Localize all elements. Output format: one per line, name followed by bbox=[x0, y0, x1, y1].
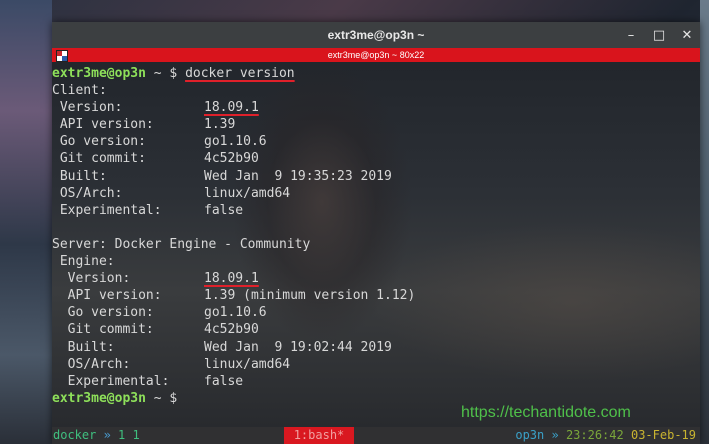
client-value: 1.39 bbox=[204, 117, 236, 133]
client-key: Built: bbox=[52, 168, 107, 184]
client-key: API version: bbox=[52, 117, 154, 133]
maximize-icon[interactable]: □ bbox=[652, 28, 666, 43]
server-key: API version: bbox=[52, 288, 162, 304]
status-host: op3n bbox=[515, 428, 545, 442]
server-row: OS/Arch: linux/amd64 bbox=[52, 356, 700, 373]
client-value: go1.10.6 bbox=[204, 134, 267, 150]
client-row: Experimental: false bbox=[52, 202, 700, 219]
server-row: Built: Wed Jan 9 19:02:44 2019 bbox=[52, 339, 700, 356]
client-value: 4c52b90 bbox=[204, 151, 259, 167]
server-value: 18.09.1 bbox=[204, 271, 259, 287]
client-row: Go version: go1.10.6 bbox=[52, 133, 700, 150]
server-key: OS/Arch: bbox=[52, 356, 131, 372]
status-sep: » bbox=[544, 428, 566, 442]
terminal-output[interactable]: extr3me@op3n ~ $ docker version Client: … bbox=[52, 62, 700, 444]
tmux-status-bar: docker » 1 1 1:bash* op3n » 23:26:42 03-… bbox=[52, 427, 700, 444]
server-value: go1.10.6 bbox=[204, 305, 267, 321]
prompt-user-host: extr3me@op3n bbox=[52, 390, 146, 406]
client-row: API version: 1.39 bbox=[52, 116, 700, 133]
server-header: Server: Docker Engine - Community bbox=[52, 236, 311, 252]
server-value: false bbox=[204, 373, 244, 389]
server-row: Go version: go1.10.6 bbox=[52, 304, 700, 321]
window-controls: – □ ✕ bbox=[624, 22, 694, 48]
server-value: Wed Jan 9 19:02:44 2019 bbox=[204, 339, 392, 355]
server-key: Version: bbox=[52, 271, 131, 287]
desktop-wallpaper-left bbox=[0, 0, 52, 444]
status-right: op3n » 23:26:42 03-Feb-19 bbox=[515, 427, 696, 444]
server-value: 1.39 (minimum version 1.12) bbox=[204, 288, 416, 304]
prompt-user-host: extr3me@op3n bbox=[52, 66, 146, 81]
close-icon[interactable]: ✕ bbox=[680, 28, 694, 43]
client-key: Git commit: bbox=[52, 151, 146, 167]
client-row: Built: Wed Jan 9 19:35:23 2019 bbox=[52, 168, 700, 185]
watermark-url: https://techantidote.com bbox=[461, 404, 631, 421]
terminal-lines: extr3me@op3n ~ $ docker version Client: … bbox=[52, 65, 700, 407]
server-row: Git commit: 4c52b90 bbox=[52, 321, 700, 338]
status-session: docker » 1 1 bbox=[53, 427, 140, 444]
client-row: Version: 18.09.1 bbox=[52, 99, 700, 116]
engine-header: Engine: bbox=[52, 254, 115, 270]
minimize-icon[interactable]: – bbox=[624, 28, 638, 43]
terminal-app-icon[interactable] bbox=[56, 50, 68, 62]
client-value: false bbox=[204, 202, 244, 218]
terminal-window: extr3me@op3n ~ – □ ✕ extr3me@op3n ~ 80x2… bbox=[52, 22, 700, 444]
server-row: API version: 1.39 (minimum version 1.12) bbox=[52, 287, 700, 304]
session-arrow: » bbox=[96, 428, 119, 442]
server-value: 4c52b90 bbox=[204, 322, 259, 338]
window-titlebar[interactable]: extr3me@op3n ~ – □ ✕ bbox=[52, 22, 700, 48]
server-key: Experimental: bbox=[52, 373, 170, 389]
status-date: 03-Feb-19 bbox=[630, 428, 696, 442]
prompt-symbol: ~ $ bbox=[145, 66, 186, 81]
desktop-wallpaper-right bbox=[700, 0, 709, 444]
server-value: linux/amd64 bbox=[204, 356, 291, 372]
server-row: Experimental: false bbox=[52, 373, 700, 390]
active-window-tab[interactable]: 1:bash* bbox=[284, 427, 354, 444]
client-row: OS/Arch: linux/amd64 bbox=[52, 185, 700, 202]
client-row: Git commit: 4c52b90 bbox=[52, 150, 700, 167]
client-header: Client: bbox=[52, 83, 107, 99]
client-value: 18.09.1 bbox=[204, 100, 259, 116]
server-key: Built: bbox=[52, 339, 115, 355]
server-key: Go version: bbox=[52, 305, 154, 321]
command-text: docker version bbox=[185, 66, 295, 81]
client-key: OS/Arch: bbox=[52, 185, 123, 201]
prompt-symbol: ~ $ bbox=[145, 390, 186, 406]
client-key: Go version: bbox=[52, 134, 146, 150]
client-key: Experimental: bbox=[52, 202, 162, 218]
session-name: docker bbox=[53, 428, 97, 442]
client-key: Version: bbox=[52, 100, 123, 116]
window-title: extr3me@op3n ~ bbox=[327, 28, 425, 42]
tab-title: extr3me@op3n ~ 80x22 bbox=[327, 50, 425, 60]
command-line: extr3me@op3n ~ $ docker version bbox=[52, 65, 700, 82]
window-indices: 1 1 bbox=[118, 428, 140, 442]
server-row: Version: 18.09.1 bbox=[52, 270, 700, 287]
client-value: linux/amd64 bbox=[204, 185, 291, 201]
client-value: Wed Jan 9 19:35:23 2019 bbox=[204, 168, 392, 184]
terminal-tab-bar[interactable]: extr3me@op3n ~ 80x22 bbox=[52, 48, 700, 62]
status-time: 23:26:42 bbox=[565, 428, 624, 442]
server-key: Git commit: bbox=[52, 322, 154, 338]
